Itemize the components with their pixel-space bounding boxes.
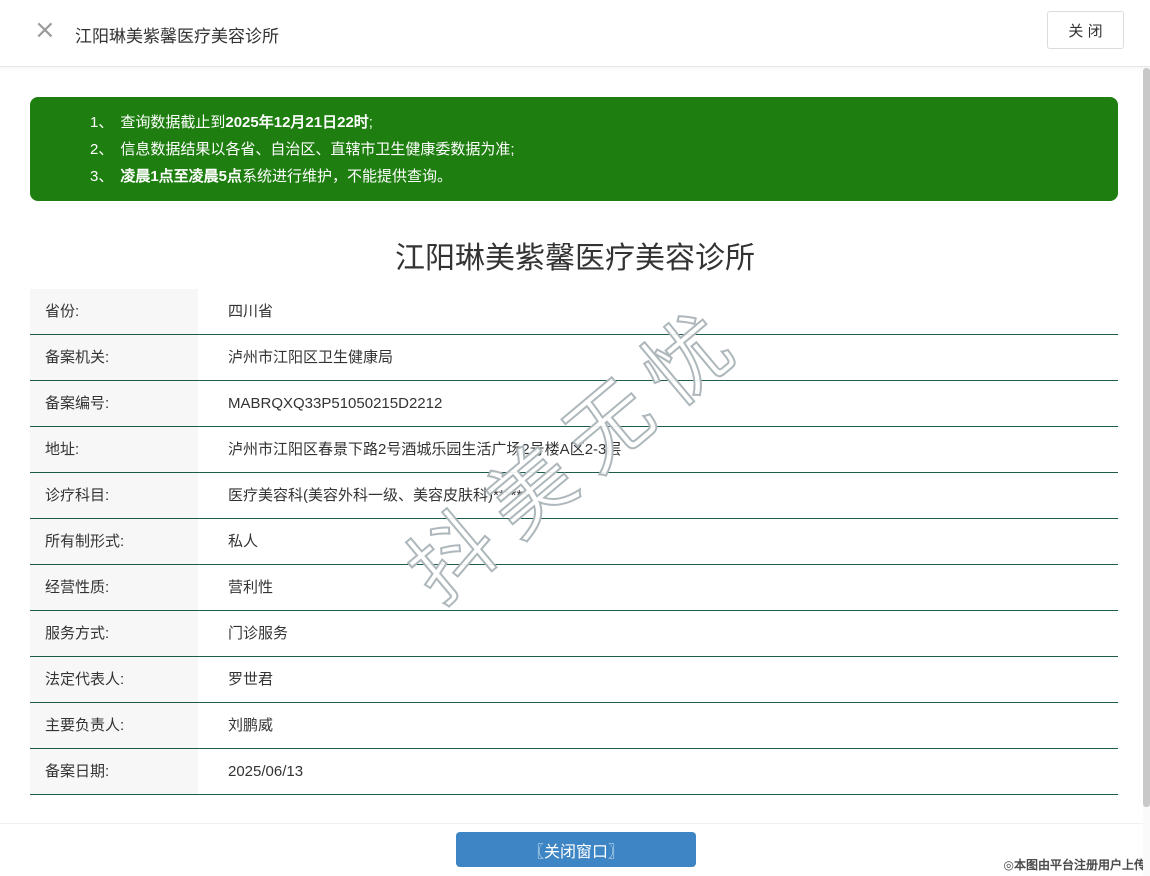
- table-row-filing-authority: 备案机关: 泸州市江阳区卫生健康局: [30, 335, 1118, 381]
- window-titlebar: × 江阳琳美紫馨医疗美容诊所 关 闭: [0, 0, 1150, 67]
- row-value: 门诊服务: [198, 611, 1118, 656]
- table-row-province: 省份: 四川省: [30, 289, 1118, 335]
- row-label: 服务方式:: [30, 611, 198, 656]
- row-value: 泸州市江阳区卫生健康局: [198, 335, 1118, 380]
- close-icon[interactable]: ×: [34, 17, 56, 43]
- table-row-legal-representative: 法定代表人: 罗世君: [30, 657, 1118, 703]
- notice-text: ;: [368, 114, 373, 131]
- row-value: 医疗美容科(美容外科一级、美容皮肤科)******: [198, 473, 1118, 518]
- row-label: 诊疗科目:: [30, 473, 198, 518]
- row-value: 四川省: [198, 289, 1118, 334]
- row-label: 省份:: [30, 289, 198, 334]
- close-window-button[interactable]: 〖关闭窗口〗: [456, 832, 696, 867]
- row-label: 备案日期:: [30, 749, 198, 794]
- notice-line-2: 2、 信息数据结果以各省、自治区、直辖市卫生健康委数据为准;: [90, 136, 1098, 163]
- row-label: 地址:: [30, 427, 198, 472]
- notice-line-3: 3、 凌晨1点至凌晨5点系统进行维护，不能提供查询。: [90, 163, 1098, 190]
- scrollbar-track[interactable]: [1143, 68, 1150, 876]
- row-label: 法定代表人:: [30, 657, 198, 702]
- row-label: 经营性质:: [30, 565, 198, 610]
- notice-bold-text: 2025年12月21日22时: [225, 114, 369, 131]
- row-label: 所有制形式:: [30, 519, 198, 564]
- window-title: 江阳琳美紫馨医疗美容诊所: [75, 27, 279, 46]
- row-value: 刘鹏威: [198, 703, 1118, 748]
- page-title: 江阳琳美紫馨医疗美容诊所: [395, 242, 755, 275]
- table-row-filing-date: 备案日期: 2025/06/13: [30, 749, 1118, 795]
- copyright-note: ◎本图由平台注册用户上传: [1003, 858, 1146, 872]
- row-value: 私人: [198, 519, 1118, 564]
- table-row-filing-number: 备案编号: MABRQXQ33P51050215D2212: [30, 381, 1118, 427]
- row-value: 罗世君: [198, 657, 1118, 702]
- notice-banner: 1、 查询数据截止到2025年12月21日22时; 2、 信息数据结果以各省、自治区…: [30, 97, 1118, 201]
- table-row-service-mode: 服务方式: 门诊服务: [30, 611, 1118, 657]
- table-row-business-nature: 经营性质: 营利性: [30, 565, 1118, 611]
- row-label: 备案编号:: [30, 381, 198, 426]
- row-value: 泸州市江阳区春景下路2号酒城乐园生活广场2号楼A区2-3层: [198, 427, 1118, 472]
- notice-line-number: 2、: [90, 141, 114, 158]
- notice-text: 信息数据结果以各省、自治区、直辖市卫生健康委数据为准;: [120, 141, 515, 158]
- notice-line-number: 3、: [90, 168, 114, 185]
- row-value: 营利性: [198, 565, 1118, 610]
- table-row-ownership: 所有制形式: 私人: [30, 519, 1118, 565]
- row-value: MABRQXQ33P51050215D2212: [198, 381, 1118, 426]
- notice-bold-text: 凌晨1点至凌晨5点: [120, 168, 243, 185]
- table-row-treatment-subjects: 诊疗科目: 医疗美容科(美容外科一级、美容皮肤科)******: [30, 473, 1118, 519]
- notice-text: 查询数据截止到: [120, 114, 226, 131]
- row-value: 2025/06/13: [198, 749, 1118, 794]
- table-row-main-person-in-charge: 主要负责人: 刘鹏威: [30, 703, 1118, 749]
- scrollbar-thumb[interactable]: [1143, 68, 1150, 807]
- notice-text: 系统进行维护，不能提供查询。: [242, 168, 453, 185]
- row-label: 主要负责人:: [30, 703, 198, 748]
- row-label: 备案机关:: [30, 335, 198, 380]
- footer-divider: [0, 823, 1150, 824]
- record-table: 省份: 四川省 备案机关: 泸州市江阳区卫生健康局 备案编号: MABRQXQ3…: [30, 289, 1118, 795]
- close-button[interactable]: 关 闭: [1047, 11, 1124, 49]
- table-row-address: 地址: 泸州市江阳区春景下路2号酒城乐园生活广场2号楼A区2-3层: [30, 427, 1118, 473]
- notice-line-1: 1、 查询数据截止到2025年12月21日22时;: [90, 109, 1098, 136]
- notice-line-number: 1、: [90, 114, 114, 131]
